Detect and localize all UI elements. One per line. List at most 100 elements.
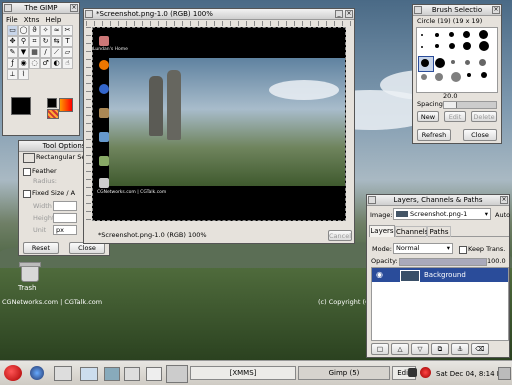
image-select[interactable]: Screenshot.png-1 ▾ <box>393 208 491 220</box>
raise-layer-icon[interactable]: △ <box>391 343 409 355</box>
brush-item[interactable] <box>421 34 423 36</box>
bucket-fill-icon[interactable]: ▼ <box>18 47 29 58</box>
brush-item[interactable] <box>421 46 423 48</box>
duplicate-layer-icon[interactable]: ⧉ <box>431 343 449 355</box>
brush-item[interactable] <box>451 72 461 82</box>
cancel-button[interactable]: Cancel <box>328 230 352 241</box>
brush-item[interactable] <box>435 44 439 48</box>
brush-item[interactable] <box>465 60 470 65</box>
close-icon[interactable]: × <box>500 196 508 204</box>
layers-titlebar[interactable]: Layers, Channels & Paths × <box>367 195 509 206</box>
close-icon[interactable]: × <box>70 4 78 12</box>
printer-icon[interactable] <box>146 367 162 381</box>
crop-icon[interactable]: ⌗ <box>29 36 40 47</box>
task-xmms[interactable]: [XMMS] <box>190 366 296 380</box>
image-canvas[interactable]: Lundan's Home CGNetworks.com | CGTalk.co… <box>92 27 346 221</box>
vertical-ruler[interactable] <box>86 27 91 225</box>
keep-trans-checkbox[interactable] <box>459 246 467 254</box>
tab-layers[interactable]: Layers <box>369 225 395 237</box>
ellipse-select-icon[interactable]: ◯ <box>18 25 29 36</box>
new-brush-button[interactable]: New <box>417 111 439 122</box>
new-layer-icon[interactable]: □ <box>371 343 389 355</box>
update-alert-icon[interactable] <box>420 367 431 378</box>
magnify-icon[interactable]: ⚲ <box>18 36 29 47</box>
flip-icon[interactable]: ⇆ <box>51 36 62 47</box>
move-icon[interactable]: ✥ <box>7 36 18 47</box>
brush-item[interactable] <box>449 32 454 37</box>
smudge-icon[interactable]: ☝ <box>62 58 73 69</box>
ink-icon[interactable]: ♂ <box>40 58 51 69</box>
window-menu-icon[interactable] <box>4 4 12 12</box>
rect-select-icon[interactable]: ▭ <box>7 25 18 36</box>
lasso-icon[interactable]: ϑ <box>29 25 40 36</box>
toolbox-titlebar[interactable]: The GIMP × <box>3 3 79 14</box>
window-menu-icon[interactable] <box>368 196 376 204</box>
network-icon[interactable] <box>408 368 417 377</box>
show-desktop-icon[interactable] <box>498 367 511 380</box>
eraser-icon[interactable]: ▱ <box>62 47 73 58</box>
trash-icon[interactable] <box>18 260 41 282</box>
convolve-icon[interactable]: ◌ <box>29 58 40 69</box>
brush-item[interactable] <box>421 59 429 67</box>
layer-row-background[interactable]: ◉ Background <box>372 268 508 282</box>
clone-icon[interactable]: ◉ <box>18 58 29 69</box>
close-icon[interactable]: × <box>492 6 500 14</box>
workspace-switcher[interactable] <box>166 365 188 383</box>
horizontal-ruler[interactable] <box>86 21 352 26</box>
reset-button[interactable]: Reset <box>23 242 59 254</box>
window-menu-icon[interactable] <box>85 10 93 18</box>
gradient-preview[interactable] <box>59 98 73 112</box>
image-titlebar[interactable]: *Screenshot.png-1.0 (RGB) 100% _ × <box>84 9 354 20</box>
path-icon[interactable]: ⌇ <box>18 69 29 80</box>
pencil-icon[interactable]: / <box>40 47 51 58</box>
pattern-preview[interactable] <box>47 109 59 119</box>
menu-xtns[interactable]: Xtns <box>24 15 40 25</box>
brush-item[interactable] <box>467 73 471 77</box>
brush-item[interactable] <box>435 58 445 68</box>
text-icon[interactable]: T <box>62 36 73 47</box>
refresh-button[interactable]: Refresh <box>417 129 451 141</box>
color-picker-icon[interactable]: ✎ <box>7 47 18 58</box>
delete-brush-button[interactable]: Delete <box>471 111 497 122</box>
writer-icon[interactable] <box>80 367 98 381</box>
browser-icon[interactable] <box>30 366 44 380</box>
dodge-icon[interactable]: ◐ <box>51 58 62 69</box>
brush-grid[interactable] <box>416 27 498 93</box>
width-field[interactable] <box>53 201 77 211</box>
menu-help[interactable]: Help <box>45 15 61 25</box>
brush-item[interactable] <box>479 59 486 66</box>
paintbrush-icon[interactable]: ⟋ <box>51 47 62 58</box>
fixed-size-checkbox[interactable] <box>23 190 31 198</box>
foreground-color[interactable] <box>11 97 31 115</box>
brush-item[interactable] <box>421 74 427 80</box>
brush-item[interactable] <box>481 72 487 78</box>
redhat-menu-icon[interactable] <box>4 365 22 381</box>
measure-icon[interactable]: ⟂ <box>7 69 18 80</box>
airbrush-icon[interactable]: ƒ <box>7 58 18 69</box>
bezier-select-icon[interactable]: ≈ <box>51 25 62 36</box>
delete-layer-icon[interactable]: ⌫ <box>471 343 489 355</box>
brush-item[interactable] <box>479 41 489 51</box>
feather-checkbox[interactable] <box>23 168 31 176</box>
brush-preview[interactable] <box>47 98 57 108</box>
email-icon[interactable] <box>54 366 72 381</box>
brush-item[interactable] <box>463 31 470 38</box>
opacity-slider[interactable] <box>399 258 487 266</box>
brush-item[interactable] <box>435 33 439 37</box>
spacing-slider[interactable] <box>443 101 497 109</box>
tab-channels[interactable]: Channels <box>395 226 428 237</box>
impress-icon[interactable] <box>104 367 120 381</box>
height-field[interactable] <box>53 213 77 223</box>
clock[interactable]: Sat Dec 04, 8:14 PM <box>436 370 507 378</box>
anchor-layer-icon[interactable]: ⚓ <box>451 343 469 355</box>
close-icon[interactable]: × <box>345 10 353 18</box>
tab-paths[interactable]: Paths <box>427 226 451 237</box>
brush-item[interactable] <box>479 30 488 39</box>
brush-item[interactable] <box>463 42 471 50</box>
edit-brush-button[interactable]: Edit <box>444 111 466 122</box>
eye-icon[interactable]: ◉ <box>376 270 383 279</box>
window-menu-icon[interactable] <box>414 6 422 14</box>
layer-list[interactable]: ◉ Background <box>371 267 509 341</box>
brush-item[interactable] <box>449 43 455 49</box>
lower-layer-icon[interactable]: ▽ <box>411 343 429 355</box>
